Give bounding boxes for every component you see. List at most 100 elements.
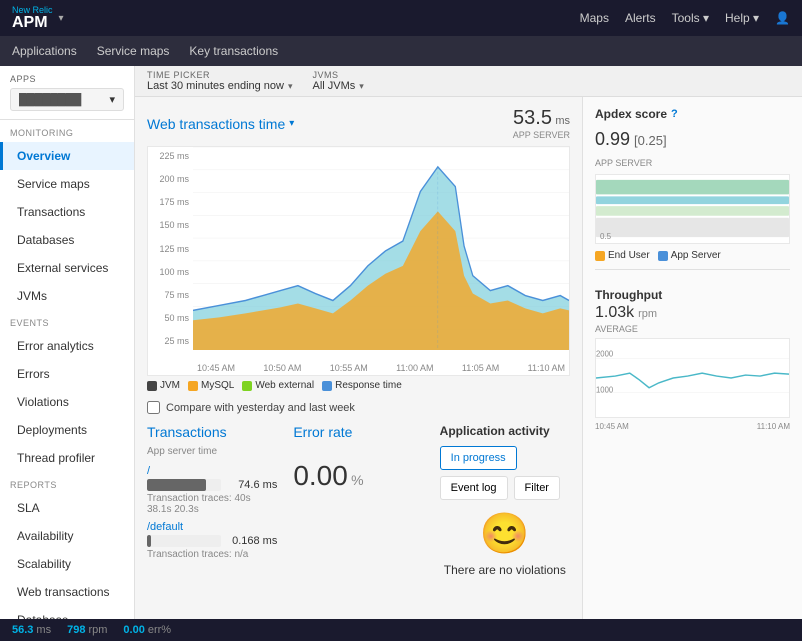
throughput-unit: rpm [638,308,657,320]
svg-text:2000: 2000 [596,350,613,359]
sidebar-item-sla[interactable]: SLA [0,494,134,522]
apdex-title-text: Apdex score [595,107,667,121]
chart-title[interactable]: Web transactions time ▾ [147,116,294,132]
x-label-4: 11:05 AM [462,363,499,373]
svg-text:1000: 1000 [596,386,613,395]
events-label: EVENTS [0,310,134,332]
transaction-name-root[interactable]: / [147,465,277,477]
chart-title-text: Web transactions time [147,116,285,132]
in-progress-button[interactable]: In progress [440,446,517,470]
transaction-traces-root: Transaction traces: 40s 38.1s 20.3s [147,493,277,515]
sidebar-item-scalability[interactable]: Scalability [0,550,134,578]
sidebar: APPS ████████ ▾ MONITORING Overview Serv… [0,66,135,619]
response-value: 56.3 [12,624,33,636]
time-picker-chevron: ▾ [288,81,293,92]
time-picker-label: TIME PICKER [147,70,293,80]
sidebar-item-database[interactable]: Database [0,606,134,619]
y-label-125: 125 ms [148,244,189,254]
app-activity-buttons: In progress Event log Filter [440,446,570,500]
transaction-name-default[interactable]: /default [147,521,277,533]
compare-label: Compare with yesterday and last week [166,402,355,414]
applications-nav-link[interactable]: Applications [12,40,77,62]
chart-title-chevron: ▾ [289,118,294,129]
legend-response-time[interactable]: Response time [322,380,402,391]
y-label-75: 75 ms [148,290,189,300]
smiley-icon: 😊 [440,510,570,557]
throughput-section: Throughput 1.03k rpm AVERAGE [595,269,790,431]
apdex-help-icon[interactable]: ? [671,108,678,120]
user-icon[interactable]: 👤 [775,11,790,25]
throughput-x-0: 10:45 AM [595,422,629,431]
sidebar-item-external-services[interactable]: External services [0,254,134,282]
legend-web-external-dot [242,381,252,391]
no-violations-text: There are no violations [440,563,570,577]
apdex-title: Apdex score ? [595,107,790,121]
apdex-x-0: 0.5 [600,232,611,241]
legend-response-time-dot [322,381,332,391]
apps-label: APPS [10,74,124,84]
logo-chevron[interactable]: ▾ [59,13,64,24]
legend-jvm-label: JVM [160,380,180,391]
transactions-grid: Transactions App server time / 74.6 ms T… [147,424,570,577]
throughput-x-labels: 10:45 AM 11:10 AM [595,422,790,431]
tools-link[interactable]: Tools ▾ [672,11,709,25]
sidebar-item-availability[interactable]: Availability [0,522,134,550]
app-activity-section: Application activity In progress Event l… [440,424,570,577]
compare-checkbox[interactable] [147,401,160,414]
y-label-150: 150 ms [148,220,189,230]
sidebar-item-deployments[interactable]: Deployments [0,416,134,444]
chart-server-value: 53.5 [513,107,552,129]
filter-button[interactable]: Filter [514,476,560,500]
sidebar-item-thread-profiler[interactable]: Thread profiler [0,444,134,472]
sidebar-item-errors[interactable]: Errors [0,360,134,388]
picker-bar: TIME PICKER Last 30 minutes ending now ▾… [135,66,802,97]
jvms-value[interactable]: All JVMs ▾ [313,80,364,92]
sidebar-item-web-transactions[interactable]: Web transactions [0,578,134,606]
app-dropdown-chevron: ▾ [109,93,115,106]
content-area: TIME PICKER Last 30 minutes ending now ▾… [135,66,802,619]
second-nav: Applications Service maps Key transactio… [0,36,802,66]
jvms-label: JVMS [313,70,364,80]
apdex-app-server-dot [658,251,668,261]
key-transactions-nav-link[interactable]: Key transactions [189,40,278,62]
maps-link[interactable]: Maps [580,11,609,25]
chart-server-unit: ms [555,115,570,127]
transactions-title[interactable]: Transactions [147,424,277,440]
chart-legend: JVM MySQL Web external Response time [147,380,570,391]
sidebar-item-error-analytics[interactable]: Error analytics [0,332,134,360]
app-dropdown[interactable]: ████████ ▾ [10,88,124,111]
jvms-picker-group: JVMS All JVMs ▾ [313,70,364,92]
left-panel: Web transactions time ▾ 53.5 ms APP SERV… [135,97,582,619]
sidebar-item-violations[interactable]: Violations [0,388,134,416]
top-nav: New Relic APM ▾ Maps Alerts Tools ▾ Help… [0,0,802,36]
error-rate-section: Error rate 0.00 % [293,424,423,577]
bottom-bar: 56.3 ms 798 rpm 0.00 err% [0,619,802,641]
sidebar-item-jvms[interactable]: JVMs [0,282,134,310]
apdex-chart: 0.5 [595,174,790,244]
legend-web-external[interactable]: Web external [242,380,314,391]
sidebar-item-databases[interactable]: Databases [0,226,134,254]
transaction-item-root: / 74.6 ms Transaction traces: 40s 38.1s … [147,465,277,515]
throughput-bottom-unit: rpm [88,624,107,636]
event-log-button[interactable]: Event log [440,476,508,500]
legend-web-external-label: Web external [255,380,314,391]
sidebar-item-transactions[interactable]: Transactions [0,198,134,226]
transaction-item-default: /default 0.168 ms Transaction traces: n/… [147,521,277,560]
transactions-section: Transactions App server time / 74.6 ms T… [147,424,277,577]
legend-jvm[interactable]: JVM [147,380,180,391]
alerts-link[interactable]: Alerts [625,11,656,25]
sidebar-item-service-maps[interactable]: Service maps [0,170,134,198]
service-maps-nav-link[interactable]: Service maps [97,40,170,62]
jvms-text: All JVMs [313,80,356,92]
legend-response-time-label: Response time [335,380,402,391]
apdex-end-user-dot [595,251,605,261]
time-picker-value[interactable]: Last 30 minutes ending now ▾ [147,80,293,92]
transaction-bar-bg-default [147,535,221,547]
app-activity-title: Application activity [440,424,570,438]
sidebar-item-overview[interactable]: Overview [0,142,134,170]
help-link[interactable]: Help ▾ [725,11,759,25]
app-name: ████████ [19,94,81,106]
legend-mysql[interactable]: MySQL [188,380,234,391]
y-label-225: 225 ms [148,151,189,161]
x-label-1: 10:50 AM [263,363,301,373]
